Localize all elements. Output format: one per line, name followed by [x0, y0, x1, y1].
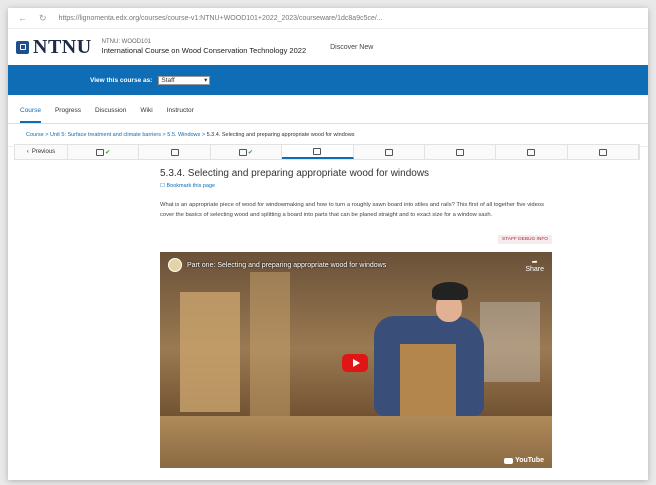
- logo-mark-icon: [16, 40, 29, 54]
- view-as-value: Staff: [161, 76, 175, 84]
- refresh-icon[interactable]: ↻: [39, 13, 47, 24]
- breadcrumb-section[interactable]: 5.5. Windows: [167, 132, 200, 138]
- course-tabs: Course Progress Discussion Wiki Instruct…: [8, 99, 648, 124]
- sequence-tab[interactable]: [425, 145, 497, 159]
- unit-title: 5.3.4. Selecting and preparing appropria…: [160, 168, 430, 179]
- video-player[interactable]: Part one: Selecting and preparing approp…: [160, 252, 552, 468]
- course-name: International Course on Wood Conservatio…: [101, 45, 307, 55]
- tab-wiki[interactable]: Wiki: [140, 99, 152, 123]
- unit-content: 5.3.4. Selecting and preparing appropria…: [160, 168, 552, 245]
- back-icon[interactable]: ←: [18, 13, 27, 23]
- logo-text: NTNU: [33, 35, 92, 58]
- check-icon: ✔: [105, 149, 111, 156]
- sequence-tab[interactable]: [139, 145, 211, 159]
- document-icon: [238, 148, 247, 156]
- bookmark-button[interactable]: ☐ Bookmark this page: [160, 183, 552, 189]
- share-label: Share: [525, 266, 544, 273]
- video-scene-bench: [160, 416, 552, 468]
- tab-instructor[interactable]: Instructor: [167, 99, 194, 123]
- share-icon: ➦: [531, 259, 538, 266]
- share-button[interactable]: ➦ Share: [525, 258, 544, 273]
- address-bar[interactable]: https://lignomenta.edx.org/courses/cours…: [59, 15, 383, 22]
- course-code: NTNU: WOOD101: [101, 38, 152, 45]
- video-scene-window: [480, 302, 540, 382]
- bookmark-icon: ☐: [160, 183, 165, 189]
- video-title[interactable]: Part one: Selecting and preparing approp…: [187, 262, 386, 269]
- sequence-tab[interactable]: [354, 145, 425, 159]
- sequence-tab-active[interactable]: [282, 145, 354, 159]
- video-icon: [384, 148, 393, 156]
- sequence-tab[interactable]: ✔: [211, 145, 283, 159]
- bookmark-label: Bookmark this page: [166, 183, 216, 189]
- view-as-bar: View this course as: Staff ▾: [8, 65, 648, 95]
- sequence-tab[interactable]: [568, 145, 639, 159]
- sequence-nav: ‹ Previous ✔ ✔: [14, 144, 640, 160]
- video-scene-apron: [400, 344, 456, 424]
- youtube-label: YouTube: [515, 457, 544, 464]
- breadcrumb-unit[interactable]: Unit 5: Surface treatment and climate ba…: [50, 132, 161, 138]
- video-icon: [313, 147, 322, 155]
- video-icon: [598, 148, 607, 156]
- site-header: NTNU NTNU: WOOD101 International Course …: [8, 29, 648, 65]
- video-title-bar[interactable]: Part one: Selecting and preparing approp…: [168, 258, 386, 272]
- video-scene-shelf: [180, 292, 240, 412]
- tab-course[interactable]: Course: [20, 99, 41, 123]
- breadcrumb-current: 5.3.4. Selecting and preparing appropria…: [206, 132, 355, 138]
- video-scene-beanie: [432, 282, 468, 300]
- sequence-tab[interactable]: [496, 145, 568, 159]
- video-icon: [96, 148, 105, 156]
- chevron-left-icon: ‹: [26, 149, 29, 155]
- view-as-label: View this course as:: [90, 76, 153, 84]
- staff-debug-button[interactable]: STAFF DEBUG INFO: [497, 234, 552, 244]
- sequence-tab[interactable]: ✔: [68, 145, 140, 159]
- previous-button[interactable]: ‹ Previous: [15, 145, 68, 159]
- previous-label: Previous: [31, 149, 56, 155]
- chevron-down-icon: ▾: [204, 77, 208, 84]
- check-icon: ✔: [247, 149, 253, 156]
- breadcrumb-course[interactable]: Course: [26, 132, 44, 138]
- ntnu-logo[interactable]: NTNU: [16, 36, 92, 59]
- channel-avatar-icon: [168, 258, 182, 272]
- video-icon: [527, 148, 536, 156]
- browser-toolbar: ← ↻ https://lignomenta.edx.org/courses/c…: [8, 8, 648, 29]
- unit-description: What is an appropriate piece of wood for…: [160, 202, 544, 218]
- youtube-logo[interactable]: YouTube: [504, 457, 544, 464]
- view-as-select[interactable]: Staff ▾: [158, 75, 211, 85]
- discover-link[interactable]: Discover New: [330, 44, 373, 51]
- course-meta: NTNU: WOOD101 International Course on Wo…: [102, 38, 306, 56]
- tab-progress[interactable]: Progress: [55, 99, 81, 123]
- tab-discussion[interactable]: Discussion: [95, 99, 126, 123]
- video-icon: [170, 148, 179, 156]
- play-button[interactable]: [342, 354, 368, 372]
- video-scene-shelf: [250, 272, 290, 422]
- video-icon: [456, 148, 465, 156]
- youtube-icon: [504, 457, 514, 464]
